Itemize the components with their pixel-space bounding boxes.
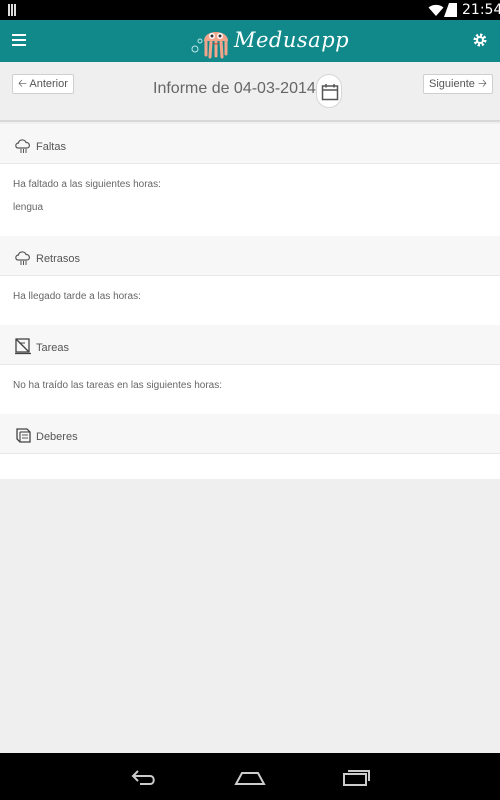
arrow-right-icon: 🡢 bbox=[477, 78, 487, 90]
wifi-icon bbox=[428, 4, 444, 16]
status-time: 21:54 bbox=[462, 2, 500, 18]
section-tareas-body: No ha traído las tareas en las siguiente… bbox=[0, 365, 500, 414]
arrow-left-icon: 🡠 bbox=[18, 78, 27, 90]
section-tareas-header: Tareas bbox=[0, 325, 500, 365]
recent-apps-icon[interactable] bbox=[342, 767, 372, 787]
section-retrasos-header: Retrasos bbox=[0, 236, 500, 276]
section-deberes-header: Deberes bbox=[0, 414, 500, 454]
next-label: Siguiente bbox=[429, 78, 475, 90]
back-icon[interactable] bbox=[130, 767, 158, 787]
book-icon bbox=[16, 428, 31, 443]
status-bar: 21:54 bbox=[0, 0, 500, 20]
sim-icon bbox=[8, 4, 19, 16]
section-faltas-body: Ha faltado a las siguientes horas: lengu… bbox=[0, 164, 500, 236]
report-title: Informe de 04-03-2014 bbox=[153, 80, 316, 97]
system-navigation-bar bbox=[0, 753, 500, 800]
jellyfish-logo-icon bbox=[191, 32, 228, 59]
calendar-button[interactable] bbox=[316, 74, 342, 108]
app-title: Medusapp bbox=[234, 28, 350, 52]
section-retrasos-title: Retrasos bbox=[36, 253, 81, 265]
retrasos-intro: Ha llegado tarde a las horas: bbox=[13, 291, 141, 302]
date-navigation: 🡠 Anterior Informe de 04-03-2014 Siguien… bbox=[0, 62, 500, 122]
gear-icon[interactable] bbox=[472, 32, 488, 48]
previous-label: Anterior bbox=[29, 78, 68, 90]
section-faltas-header: Faltas bbox=[0, 124, 500, 164]
calendar-icon bbox=[321, 84, 339, 101]
tareas-intro: No ha traído las tareas en las siguiente… bbox=[13, 380, 223, 391]
app-logo: Medusapp bbox=[190, 21, 349, 61]
home-icon[interactable] bbox=[234, 767, 266, 787]
section-deberes-body bbox=[0, 454, 500, 479]
list-item: lengua bbox=[13, 202, 44, 213]
section-deberes-title: Deberes bbox=[36, 431, 78, 443]
section-tareas-title: Tareas bbox=[36, 342, 70, 354]
battery-icon bbox=[449, 3, 457, 17]
app-bar: Medusapp bbox=[0, 20, 500, 62]
cloud-icon bbox=[15, 251, 30, 265]
faltas-intro: Ha faltado a las siguientes horas: bbox=[13, 179, 161, 190]
homework-icon bbox=[15, 338, 31, 355]
next-button[interactable]: Siguiente 🡢 bbox=[423, 74, 493, 94]
section-retrasos-body: Ha llegado tarde a las horas: bbox=[0, 276, 500, 325]
cloud-icon bbox=[15, 139, 30, 153]
report-card: Faltas Ha faltado a las siguientes horas… bbox=[0, 124, 500, 479]
section-faltas-title: Faltas bbox=[36, 141, 66, 153]
menu-icon[interactable] bbox=[12, 34, 26, 46]
previous-button[interactable]: 🡠 Anterior bbox=[12, 74, 74, 94]
